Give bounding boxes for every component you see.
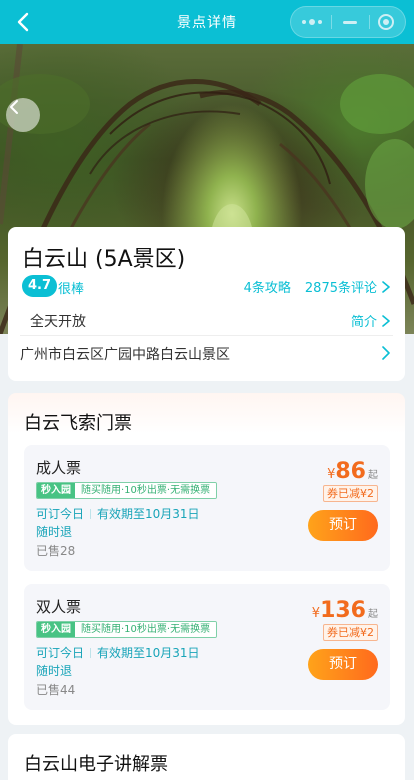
price-value: 86: [335, 459, 366, 484]
currency: ¥: [311, 606, 321, 621]
ticket-feature-tag: 随买随用·10秒出票·无需换票: [75, 483, 217, 498]
reviews-link[interactable]: 4条攻略 2875条评论: [244, 277, 391, 296]
chevron-right-icon: [382, 314, 390, 327]
section-title: 白云飞索门票: [24, 413, 132, 434]
hero-prev-button[interactable]: [6, 98, 40, 132]
price-suffix: 起: [368, 609, 378, 620]
chevron-left-icon: [10, 100, 18, 114]
divider: [20, 335, 393, 336]
book-today: 可订今日: [36, 646, 85, 660]
coupon-discount-badge: 券已减¥2: [323, 624, 378, 641]
ticket-item[interactable]: 双人票 秒入园 随买随用·10秒出票·无需换票 可订今日 有效期至10月31日 …: [24, 584, 390, 710]
price-value: 136: [320, 598, 366, 623]
ticket-section: 白云山电子讲解票: [8, 734, 405, 780]
price-suffix: 起: [368, 470, 378, 481]
chevron-right-icon[interactable]: [381, 345, 391, 364]
ticket-item[interactable]: 成人票 秒入园 随买随用·10秒出票·无需换票 可订今日 有效期至10月31日 …: [24, 445, 390, 571]
ticket-name: 双人票: [36, 598, 82, 616]
sold-count: 已售44: [36, 683, 76, 697]
address[interactable]: 广州市白云区广园中路白云山景区: [20, 344, 230, 364]
chevron-right-icon: [382, 280, 390, 293]
more-dots-icon[interactable]: [293, 7, 331, 37]
section-title: 白云山电子讲解票: [24, 754, 168, 775]
poi-name: 白云山 (5A景区): [22, 247, 186, 272]
instant-entry-tag: 秒入园: [37, 622, 75, 637]
book-button[interactable]: 预订: [308, 510, 378, 541]
poi-info-card: 白云山 (5A景区) 4.7 很棒 4条攻略 2875条评论 全天开放 简介 广…: [8, 227, 405, 381]
score-word: 很棒: [58, 282, 85, 297]
refund-policy: 随时退: [36, 525, 73, 539]
ticket-name: 成人票: [36, 459, 82, 477]
refund-policy: 随时退: [36, 664, 73, 678]
booking-info: 可订今日 有效期至10月31日: [36, 644, 200, 661]
validity: 有效期至10月31日: [97, 507, 200, 521]
intro-link[interactable]: 简介: [351, 311, 391, 330]
ticket-feature-tag: 随买随用·10秒出票·无需换票: [75, 622, 217, 637]
coupon-discount-badge: 券已减¥2: [323, 485, 378, 502]
ticket-price: ¥ 136 起: [312, 598, 378, 623]
validity: 有效期至10月31日: [97, 646, 200, 660]
open-time: 全天开放: [30, 314, 86, 330]
book-button[interactable]: 预订: [308, 649, 378, 680]
booking-info: 可订今日 有效期至10月31日: [36, 505, 200, 522]
target-icon[interactable]: [367, 7, 405, 37]
ticket-tags: 秒入园 随买随用·10秒出票·无需换票: [36, 621, 218, 638]
nav-bar: 景点详情: [0, 0, 414, 44]
reviews-count[interactable]: 2875条评论: [305, 277, 377, 296]
book-today: 可订今日: [36, 507, 85, 521]
guides-count[interactable]: 4条攻略: [244, 277, 291, 296]
intro-label[interactable]: 简介: [351, 311, 377, 330]
score-badge: 4.7: [22, 275, 58, 297]
mini-program-capsule: [290, 6, 406, 38]
currency: ¥: [327, 467, 336, 482]
instant-entry-tag: 秒入园: [37, 483, 75, 498]
ticket-tags: 秒入园 随买随用·10秒出票·无需换票: [36, 482, 218, 499]
ticket-price: ¥ 86 起: [327, 459, 378, 484]
minus-icon[interactable]: [331, 7, 369, 37]
sold-count: 已售28: [36, 544, 76, 558]
ticket-section: 白云飞索门票 成人票 秒入园 随买随用·10秒出票·无需换票 可订今日 有效期至…: [8, 393, 405, 725]
